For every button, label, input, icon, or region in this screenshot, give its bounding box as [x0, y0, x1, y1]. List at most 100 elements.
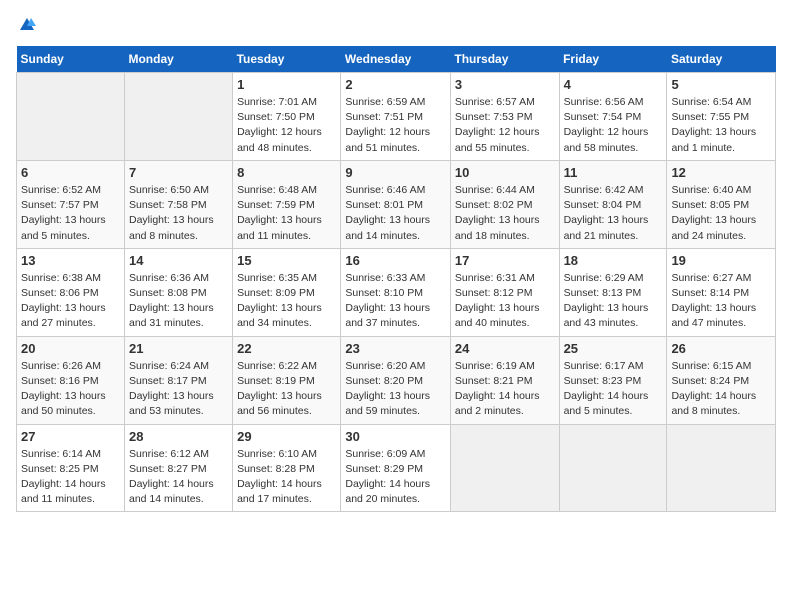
- calendar-cell: 27 Sunrise: 6:14 AM Sunset: 8:25 PM Dayli…: [17, 424, 125, 512]
- day-of-week-header: Wednesday: [341, 46, 451, 73]
- calendar-cell: 10 Sunrise: 6:44 AM Sunset: 8:02 PM Dayli…: [450, 160, 559, 248]
- day-info: Sunrise: 6:54 AM Sunset: 7:55 PM Dayligh…: [671, 95, 771, 156]
- calendar-cell: 21 Sunrise: 6:24 AM Sunset: 8:17 PM Dayli…: [124, 336, 232, 424]
- day-info: Sunrise: 6:40 AM Sunset: 8:05 PM Dayligh…: [671, 183, 771, 244]
- calendar-cell: 24Sunrise: 6:19 AM Sunset: 8:21 PM Dayli…: [450, 336, 559, 424]
- calendar-week-row: 1 Sunrise: 7:01 AM Sunset: 7:50 PM Daylig…: [17, 73, 776, 161]
- day-info: Sunrise: 6:46 AM Sunset: 8:01 PM Dayligh…: [345, 183, 446, 244]
- day-info: Sunrise: 6:26 AM Sunset: 8:16 PM Dayligh…: [21, 359, 120, 420]
- day-number: 16: [345, 253, 446, 268]
- day-number: 25: [564, 341, 663, 356]
- day-of-week-header: Sunday: [17, 46, 125, 73]
- day-number: 26: [671, 341, 771, 356]
- day-info: Sunrise: 6:44 AM Sunset: 8:02 PM Dayligh…: [455, 183, 555, 244]
- calendar-cell: [450, 424, 559, 512]
- day-of-week-header: Tuesday: [233, 46, 341, 73]
- day-number: 21: [129, 341, 228, 356]
- calendar-cell: 7Sunrise: 6:50 AM Sunset: 7:58 PM Daylig…: [124, 160, 232, 248]
- calendar-cell: 1 Sunrise: 7:01 AM Sunset: 7:50 PM Daylig…: [233, 73, 341, 161]
- day-number: 28: [129, 429, 228, 444]
- day-info: Sunrise: 6:15 AM Sunset: 8:24 PM Dayligh…: [671, 359, 771, 420]
- day-info: Sunrise: 6:24 AM Sunset: 8:17 PM Dayligh…: [129, 359, 228, 420]
- calendar-cell: 5 Sunrise: 6:54 AM Sunset: 7:55 PM Daylig…: [667, 73, 776, 161]
- calendar-week-row: 20 Sunrise: 6:26 AM Sunset: 8:16 PM Dayli…: [17, 336, 776, 424]
- day-of-week-header: Monday: [124, 46, 232, 73]
- day-number: 9: [345, 165, 446, 180]
- day-number: 23: [345, 341, 446, 356]
- day-info: Sunrise: 6:14 AM Sunset: 8:25 PM Dayligh…: [21, 447, 120, 508]
- day-number: 14: [129, 253, 228, 268]
- calendar-cell: 25Sunrise: 6:17 AM Sunset: 8:23 PM Dayli…: [559, 336, 667, 424]
- calendar-cell: 15 Sunrise: 6:35 AM Sunset: 8:09 PM Dayli…: [233, 248, 341, 336]
- day-number: 3: [455, 77, 555, 92]
- day-info: Sunrise: 6:33 AM Sunset: 8:10 PM Dayligh…: [345, 271, 446, 332]
- calendar-cell: [559, 424, 667, 512]
- day-number: 8: [237, 165, 336, 180]
- calendar-cell: 20 Sunrise: 6:26 AM Sunset: 8:16 PM Dayli…: [17, 336, 125, 424]
- day-number: 13: [21, 253, 120, 268]
- calendar-body: 1 Sunrise: 7:01 AM Sunset: 7:50 PM Daylig…: [17, 73, 776, 512]
- day-number: 17: [455, 253, 555, 268]
- page-header: [16, 16, 776, 34]
- logo: [16, 16, 36, 34]
- calendar-cell: 9 Sunrise: 6:46 AM Sunset: 8:01 PM Daylig…: [341, 160, 451, 248]
- day-info: Sunrise: 6:50 AM Sunset: 7:58 PM Dayligh…: [129, 183, 228, 244]
- day-info: Sunrise: 6:48 AM Sunset: 7:59 PM Dayligh…: [237, 183, 336, 244]
- calendar-cell: 22 Sunrise: 6:22 AM Sunset: 8:19 PM Dayli…: [233, 336, 341, 424]
- calendar-cell: 29 Sunrise: 6:10 AM Sunset: 8:28 PM Dayli…: [233, 424, 341, 512]
- day-number: 27: [21, 429, 120, 444]
- day-info: Sunrise: 6:35 AM Sunset: 8:09 PM Dayligh…: [237, 271, 336, 332]
- calendar-cell: 23Sunrise: 6:20 AM Sunset: 8:20 PM Dayli…: [341, 336, 451, 424]
- day-info: Sunrise: 6:57 AM Sunset: 7:53 PM Dayligh…: [455, 95, 555, 156]
- calendar-cell: [667, 424, 776, 512]
- calendar-cell: 12 Sunrise: 6:40 AM Sunset: 8:05 PM Dayli…: [667, 160, 776, 248]
- calendar-cell: 28 Sunrise: 6:12 AM Sunset: 8:27 PM Dayli…: [124, 424, 232, 512]
- calendar-cell: 3 Sunrise: 6:57 AM Sunset: 7:53 PM Daylig…: [450, 73, 559, 161]
- day-info: Sunrise: 7:01 AM Sunset: 7:50 PM Dayligh…: [237, 95, 336, 156]
- day-number: 22: [237, 341, 336, 356]
- day-number: 19: [671, 253, 771, 268]
- logo-icon: [18, 16, 36, 34]
- day-number: 30: [345, 429, 446, 444]
- day-number: 10: [455, 165, 555, 180]
- calendar-cell: 18 Sunrise: 6:29 AM Sunset: 8:13 PM Dayli…: [559, 248, 667, 336]
- day-number: 11: [564, 165, 663, 180]
- calendar-cell: 17Sunrise: 6:31 AM Sunset: 8:12 PM Dayli…: [450, 248, 559, 336]
- calendar-cell: 2 Sunrise: 6:59 AM Sunset: 7:51 PM Daylig…: [341, 73, 451, 161]
- day-number: 1: [237, 77, 336, 92]
- calendar-cell: 14 Sunrise: 6:36 AM Sunset: 8:08 PM Dayli…: [124, 248, 232, 336]
- day-info: Sunrise: 6:12 AM Sunset: 8:27 PM Dayligh…: [129, 447, 228, 508]
- day-info: Sunrise: 6:52 AM Sunset: 7:57 PM Dayligh…: [21, 183, 120, 244]
- calendar-cell: 13Sunrise: 6:38 AM Sunset: 8:06 PM Dayli…: [17, 248, 125, 336]
- calendar-cell: 26 Sunrise: 6:15 AM Sunset: 8:24 PM Dayli…: [667, 336, 776, 424]
- day-number: 20: [21, 341, 120, 356]
- calendar-week-row: 13Sunrise: 6:38 AM Sunset: 8:06 PM Dayli…: [17, 248, 776, 336]
- day-of-week-header: Thursday: [450, 46, 559, 73]
- day-number: 2: [345, 77, 446, 92]
- day-number: 6: [21, 165, 120, 180]
- day-info: Sunrise: 6:22 AM Sunset: 8:19 PM Dayligh…: [237, 359, 336, 420]
- calendar-table: SundayMondayTuesdayWednesdayThursdayFrid…: [16, 46, 776, 512]
- day-info: Sunrise: 6:36 AM Sunset: 8:08 PM Dayligh…: [129, 271, 228, 332]
- day-number: 12: [671, 165, 771, 180]
- day-of-week-header: Saturday: [667, 46, 776, 73]
- day-number: 29: [237, 429, 336, 444]
- calendar-cell: 8 Sunrise: 6:48 AM Sunset: 7:59 PM Daylig…: [233, 160, 341, 248]
- day-info: Sunrise: 6:59 AM Sunset: 7:51 PM Dayligh…: [345, 95, 446, 156]
- calendar-week-row: 27 Sunrise: 6:14 AM Sunset: 8:25 PM Dayli…: [17, 424, 776, 512]
- calendar-cell: [124, 73, 232, 161]
- calendar-cell: 4Sunrise: 6:56 AM Sunset: 7:54 PM Daylig…: [559, 73, 667, 161]
- day-number: 4: [564, 77, 663, 92]
- calendar-cell: 16 Sunrise: 6:33 AM Sunset: 8:10 PM Dayli…: [341, 248, 451, 336]
- day-info: Sunrise: 6:29 AM Sunset: 8:13 PM Dayligh…: [564, 271, 663, 332]
- calendar-week-row: 6 Sunrise: 6:52 AM Sunset: 7:57 PM Daylig…: [17, 160, 776, 248]
- day-number: 15: [237, 253, 336, 268]
- day-of-week-header: Friday: [559, 46, 667, 73]
- day-number: 18: [564, 253, 663, 268]
- calendar-cell: 6 Sunrise: 6:52 AM Sunset: 7:57 PM Daylig…: [17, 160, 125, 248]
- day-number: 5: [671, 77, 771, 92]
- day-info: Sunrise: 6:10 AM Sunset: 8:28 PM Dayligh…: [237, 447, 336, 508]
- calendar-header: SundayMondayTuesdayWednesdayThursdayFrid…: [17, 46, 776, 73]
- day-info: Sunrise: 6:27 AM Sunset: 8:14 PM Dayligh…: [671, 271, 771, 332]
- calendar-cell: 19 Sunrise: 6:27 AM Sunset: 8:14 PM Dayli…: [667, 248, 776, 336]
